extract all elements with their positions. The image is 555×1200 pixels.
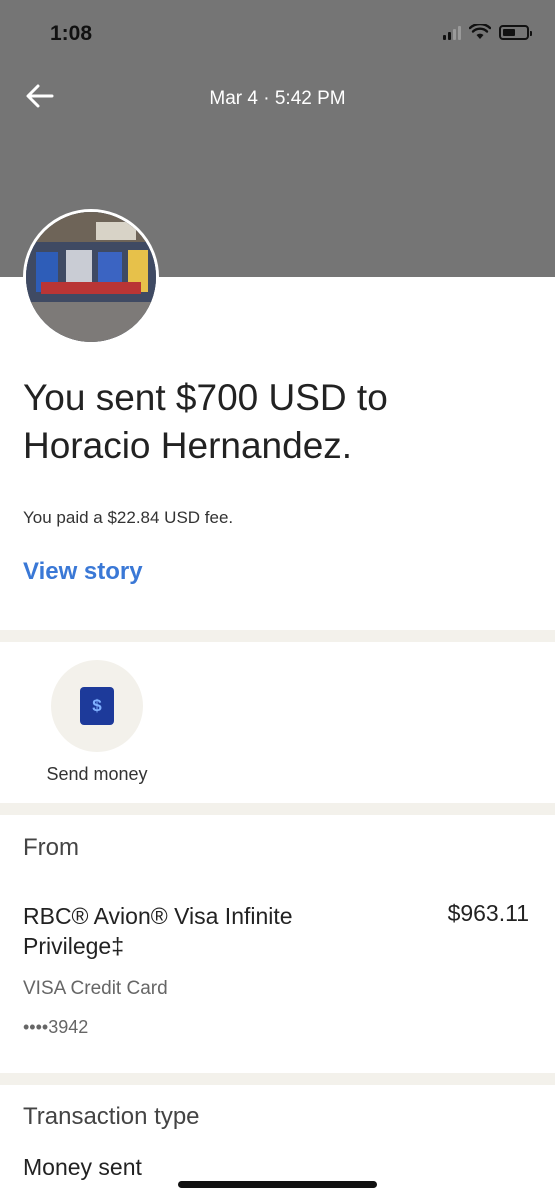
send-money-button[interactable]: $: [51, 660, 143, 752]
transaction-type-title: Transaction type: [23, 1103, 200, 1130]
header-title: Mar 4 · 5:42 PM: [209, 88, 346, 109]
send-money-label: Send money: [46, 764, 148, 784]
from-section-title: From: [23, 834, 79, 861]
account-name: RBC® Avion® Visa Infinite Privilege‡: [23, 903, 293, 959]
transaction-headline: You sent $700 USD to Horacio Hernandez.: [23, 377, 388, 466]
card-number: ••••3942: [23, 1017, 89, 1037]
home-indicator: [178, 1181, 377, 1188]
account-amount: $963.11: [447, 900, 529, 926]
section-divider: [0, 1073, 555, 1085]
card-type: VISA Credit Card: [23, 978, 168, 999]
transaction-type-value: Money sent: [23, 1154, 142, 1180]
recipient-avatar: [23, 209, 159, 345]
wifi-icon: [469, 24, 491, 39]
send-money-action[interactable]: $ Send money: [22, 660, 172, 785]
dollar-icon: $: [80, 687, 114, 725]
status-icons: [443, 24, 532, 40]
battery-icon: [499, 25, 532, 40]
section-divider: [0, 630, 555, 642]
signal-icon: [443, 26, 461, 40]
section-divider: [0, 803, 555, 815]
view-story-link[interactable]: View story: [23, 558, 143, 586]
status-time: 1:08: [50, 22, 93, 45]
fee-text: You paid a $22.84 USD fee.: [23, 508, 234, 527]
